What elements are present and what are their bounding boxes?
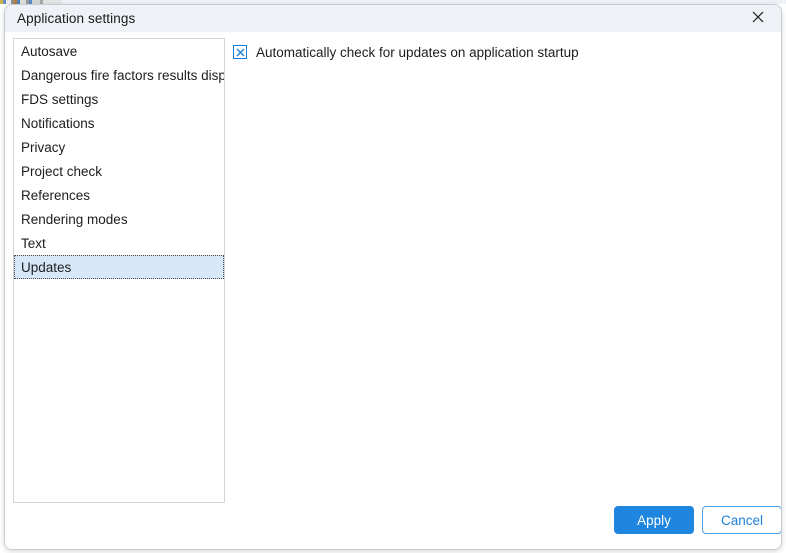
- auto-update-check-row[interactable]: Automatically check for updates on appli…: [233, 42, 773, 62]
- sidebar-item-label: Notifications: [21, 116, 95, 131]
- sidebar-item-project-check[interactable]: Project check: [14, 159, 224, 183]
- sidebar-item-label: Text: [21, 236, 46, 251]
- sidebar-item-label: Privacy: [21, 140, 66, 155]
- close-icon: [752, 10, 764, 28]
- sidebar-item-label: Rendering modes: [21, 212, 128, 227]
- auto-update-checkbox[interactable]: [233, 45, 247, 59]
- apply-button[interactable]: Apply: [614, 506, 694, 534]
- sidebar-item-label: Updates: [21, 260, 72, 275]
- settings-category-list[interactable]: Autosave Dangerous fire factors results …: [13, 38, 225, 503]
- sidebar-item-label: Dangerous fire factors results display: [21, 68, 225, 83]
- sidebar-item-privacy[interactable]: Privacy: [14, 135, 224, 159]
- checkbox-x-icon: [236, 48, 245, 57]
- dialog-footer: Apply Cancel: [5, 493, 781, 549]
- sidebar-item-autosave[interactable]: Autosave: [14, 39, 224, 63]
- sidebar-item-notifications[interactable]: Notifications: [14, 111, 224, 135]
- close-button[interactable]: [735, 5, 781, 32]
- sidebar-item-dangerous-fire-factors-results-display[interactable]: Dangerous fire factors results display: [14, 63, 224, 87]
- sidebar-item-label: FDS settings: [21, 92, 99, 107]
- sidebar-item-fds-settings[interactable]: FDS settings: [14, 87, 224, 111]
- sidebar-item-updates[interactable]: Updates: [14, 255, 224, 279]
- settings-content-pane: Automatically check for updates on appli…: [233, 38, 773, 503]
- sidebar-item-text[interactable]: Text: [14, 231, 224, 255]
- sidebar-item-rendering-modes[interactable]: Rendering modes: [14, 207, 224, 231]
- sidebar-item-references[interactable]: References: [14, 183, 224, 207]
- application-settings-dialog: Application settings Autosave Dangerous …: [4, 4, 782, 550]
- dialog-body: Autosave Dangerous fire factors results …: [5, 32, 781, 549]
- auto-update-checkbox-label: Automatically check for updates on appli…: [256, 44, 579, 60]
- sidebar-item-label: References: [21, 188, 91, 203]
- window-title: Application settings: [17, 11, 136, 26]
- sidebar-item-label: Project check: [21, 164, 103, 179]
- sidebar-item-label: Autosave: [21, 44, 78, 59]
- cancel-button[interactable]: Cancel: [702, 506, 781, 534]
- title-bar: Application settings: [5, 5, 781, 32]
